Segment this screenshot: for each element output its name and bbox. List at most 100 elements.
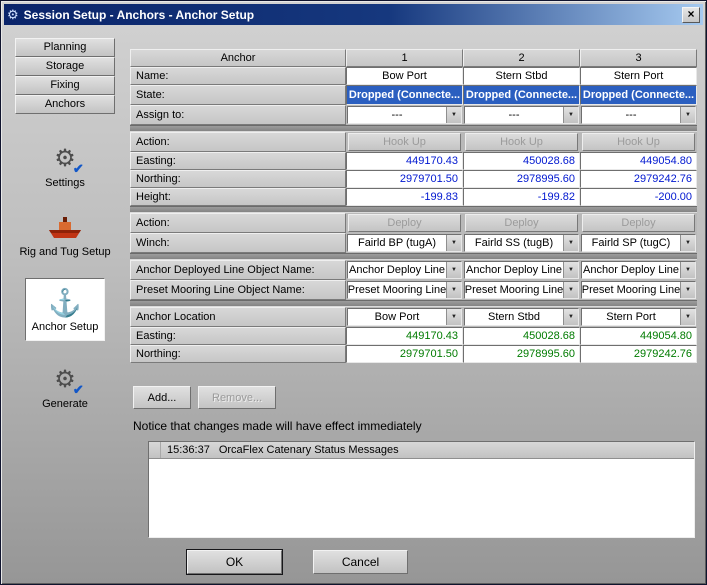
winch-select-3[interactable]: Fairld SP (tugC)▼ <box>581 234 696 252</box>
deployed-line-select-3[interactable]: Anchor Deploy Line▼ <box>581 261 696 279</box>
preset-line-select-3[interactable]: Preset Mooring Line▼ <box>581 281 696 299</box>
chevron-down-icon[interactable]: ▼ <box>680 107 695 123</box>
hook-up-button-2[interactable]: Hook Up <box>465 133 578 151</box>
sidebar-item-settings[interactable]: ⚙✔ Settings <box>13 144 117 189</box>
chevron-down-icon[interactable]: ▼ <box>563 282 578 298</box>
location-easting-cell-2[interactable]: 450028.68 <box>463 327 580 345</box>
assign-to-select-1[interactable]: ---▼ <box>347 106 462 124</box>
chevron-down-icon[interactable]: ▼ <box>446 309 461 325</box>
preset-line-select-1[interactable]: Preset Mooring Line▼ <box>347 281 462 299</box>
chevron-down-icon[interactable]: ▼ <box>563 309 578 325</box>
message-log-area[interactable] <box>149 459 694 537</box>
chevron-down-icon[interactable]: ▼ <box>680 282 695 298</box>
anchor-location-select-1[interactable]: Bow Port▼ <box>347 308 462 326</box>
assign-to-select-2[interactable]: ---▼ <box>464 106 579 124</box>
northing-cell-2[interactable]: 2978995.60 <box>463 170 580 188</box>
chevron-down-icon[interactable]: ▼ <box>563 262 578 278</box>
sidebar-item-planning[interactable]: Planning <box>15 38 115 57</box>
sidebar-item-label: Generate <box>13 398 117 410</box>
name-cell-2[interactable]: Stern Stbd <box>463 67 580 85</box>
state-cell-3[interactable]: Dropped (Connecte... <box>580 85 697 105</box>
table-row: Winch: Fairld BP (tugA)▼ Fairld SS (tugB… <box>130 233 697 253</box>
row-label-preset-line: Preset Mooring Line Object Name: <box>130 280 346 300</box>
sidebar-item-anchor-setup[interactable]: ⚓ Anchor Setup <box>25 278 105 341</box>
sidebar-item-storage[interactable]: Storage <box>15 57 115 76</box>
sidebar-item-rig-and-tug-setup[interactable]: Rig and Tug Setup <box>13 213 117 258</box>
table-header-row: Anchor 1 2 3 <box>130 49 697 67</box>
easting-cell-1[interactable]: 449170.43 <box>346 152 463 170</box>
location-easting-cell-3[interactable]: 449054.80 <box>580 327 697 345</box>
combo-value: --- <box>582 107 680 123</box>
chevron-down-icon[interactable]: ▼ <box>680 235 695 251</box>
height-cell-2[interactable]: -199.82 <box>463 188 580 206</box>
session-setup-dialog: ⚙ Session Setup - Anchors - Anchor Setup… <box>0 0 707 585</box>
easting-cell-3[interactable]: 449054.80 <box>580 152 697 170</box>
anchor-location-select-3[interactable]: Stern Port▼ <box>581 308 696 326</box>
northing-cell-1[interactable]: 2979701.50 <box>346 170 463 188</box>
chevron-down-icon[interactable]: ▼ <box>680 309 695 325</box>
state-cell-1[interactable]: Dropped (Connecte... <box>346 85 463 105</box>
corner-header: Anchor <box>130 49 346 67</box>
anchor-location-select-2[interactable]: Stern Stbd▼ <box>464 308 579 326</box>
deploy-button-3[interactable]: Deploy <box>582 214 695 232</box>
column-header-2[interactable]: 2 <box>463 49 580 67</box>
chevron-down-icon[interactable]: ▼ <box>446 282 461 298</box>
name-cell-1[interactable]: Bow Port <box>346 67 463 85</box>
winch-select-1[interactable]: Fairld BP (tugA)▼ <box>347 234 462 252</box>
table-row: Easting: 449170.43 450028.68 449054.80 <box>130 152 697 170</box>
cancel-button[interactable]: Cancel <box>313 550 408 574</box>
hook-up-button-3[interactable]: Hook Up <box>582 133 695 151</box>
row-label-easting: Easting: <box>130 152 346 170</box>
group-separator <box>130 125 697 132</box>
name-cell-3[interactable]: Stern Port <box>580 67 697 85</box>
northing-cell-3[interactable]: 2979242.76 <box>580 170 697 188</box>
combo-value: Bow Port <box>348 309 446 325</box>
combo-value: Stern Port <box>582 309 680 325</box>
deploy-button-1[interactable]: Deploy <box>348 214 461 232</box>
close-icon: × <box>687 7 694 21</box>
chevron-down-icon[interactable]: ▼ <box>446 107 461 123</box>
table-row: Easting: 449170.43 450028.68 449054.80 <box>130 327 697 345</box>
anchor-icon: ⚓ <box>48 290 82 317</box>
height-cell-1[interactable]: -199.83 <box>346 188 463 206</box>
location-northing-cell-1[interactable]: 2979701.50 <box>346 345 463 363</box>
combo-value: Fairld SS (tugB) <box>465 235 563 251</box>
chevron-down-icon[interactable]: ▼ <box>563 235 578 251</box>
remove-button[interactable]: Remove... <box>198 386 276 409</box>
add-button[interactable]: Add... <box>133 386 191 409</box>
chevron-down-icon[interactable]: ▼ <box>446 262 461 278</box>
location-northing-cell-3[interactable]: 2979242.76 <box>580 345 697 363</box>
close-button[interactable]: × <box>682 7 700 23</box>
ok-button[interactable]: OK <box>187 550 282 574</box>
sidebar-item-generate[interactable]: ⚙✔ Generate <box>13 365 117 410</box>
hook-up-button-1[interactable]: Hook Up <box>348 133 461 151</box>
titlebar[interactable]: ⚙ Session Setup - Anchors - Anchor Setup… <box>4 4 703 25</box>
assign-to-select-3[interactable]: ---▼ <box>581 106 696 124</box>
location-easting-cell-1[interactable]: 449170.43 <box>346 327 463 345</box>
preset-line-select-2[interactable]: Preset Mooring Line▼ <box>464 281 579 299</box>
chevron-down-icon[interactable]: ▼ <box>446 235 461 251</box>
table-row: Northing: 2979701.50 2978995.60 2979242.… <box>130 345 697 363</box>
state-cell-2[interactable]: Dropped (Connecte... <box>463 85 580 105</box>
table-row: Action: Hook Up Hook Up Hook Up <box>130 132 697 152</box>
height-cell-3[interactable]: -200.00 <box>580 188 697 206</box>
column-header-1[interactable]: 1 <box>346 49 463 67</box>
chevron-down-icon[interactable]: ▼ <box>563 107 578 123</box>
sidebar-item-fixing[interactable]: Fixing <box>15 76 115 95</box>
deploy-button-2[interactable]: Deploy <box>465 214 578 232</box>
easting-cell-2[interactable]: 450028.68 <box>463 152 580 170</box>
combo-value: --- <box>465 107 563 123</box>
deployed-line-select-1[interactable]: Anchor Deploy Line▼ <box>347 261 462 279</box>
sidebar-item-anchors[interactable]: Anchors <box>15 95 115 114</box>
main-panel: Anchor 1 2 3 Name: Bow Port Stern Stbd S… <box>126 25 703 538</box>
check-icon: ✔ <box>73 162 84 175</box>
column-header-3[interactable]: 3 <box>580 49 697 67</box>
winch-select-2[interactable]: Fairld SS (tugB)▼ <box>464 234 579 252</box>
table-row: Preset Mooring Line Object Name: Preset … <box>130 280 697 300</box>
location-northing-cell-2[interactable]: 2978995.60 <box>463 345 580 363</box>
table-row: Anchor Location Bow Port▼ Stern Stbd▼ St… <box>130 307 697 327</box>
chevron-down-icon[interactable]: ▼ <box>680 262 695 278</box>
message-gutter <box>149 442 161 458</box>
row-label-winch: Winch: <box>130 233 346 253</box>
deployed-line-select-2[interactable]: Anchor Deploy Line▼ <box>464 261 579 279</box>
